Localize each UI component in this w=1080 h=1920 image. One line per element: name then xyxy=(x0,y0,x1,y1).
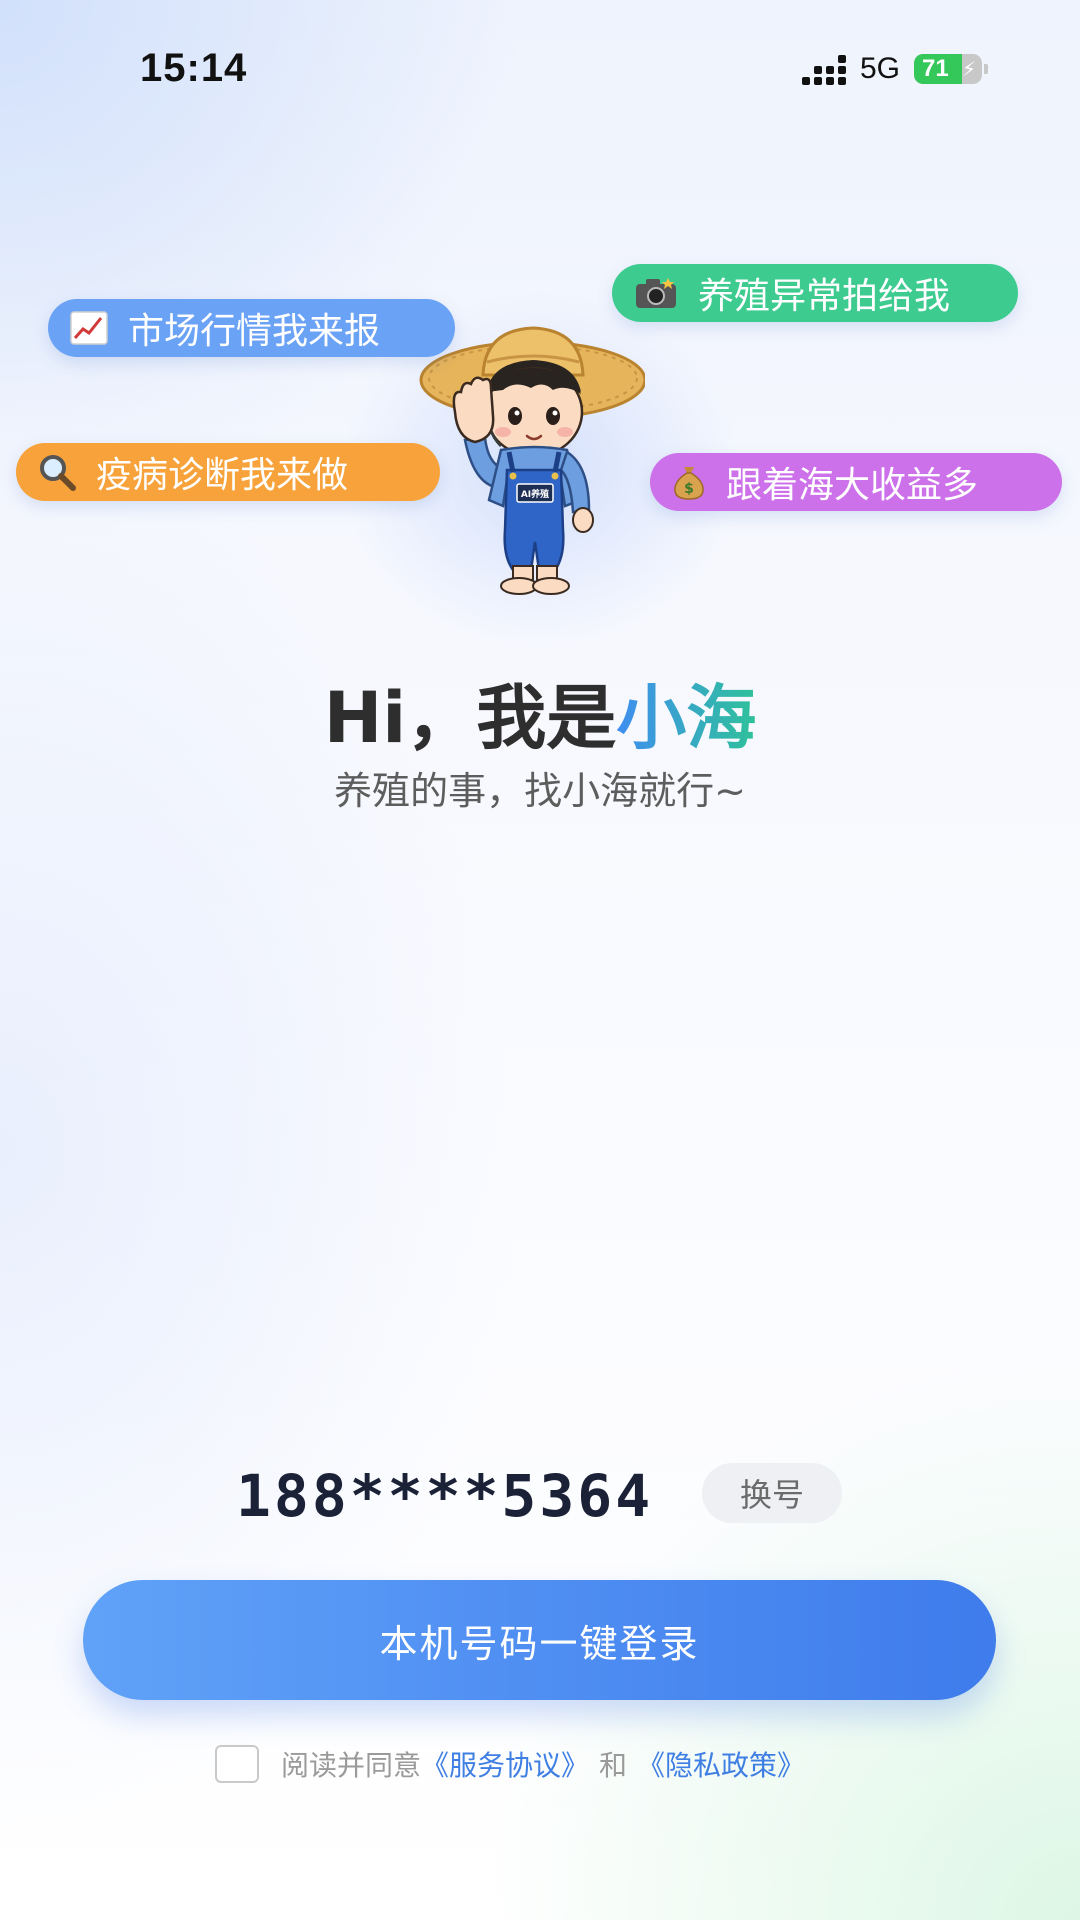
greeting-text: Hi，我是 xyxy=(323,677,617,759)
money-bag-icon: $ xyxy=(672,463,706,501)
mascot-badge-text: AI养殖 xyxy=(521,488,549,500)
chart-up-icon xyxy=(70,311,108,345)
masked-phone-number: 188****5364 xyxy=(236,1462,654,1530)
agreement-checkbox[interactable] xyxy=(215,1745,259,1783)
one-click-login-button[interactable]: 本机号码一键登录 xyxy=(83,1580,996,1700)
bubble-market-quotes: 市场行情我来报 xyxy=(48,299,455,357)
charging-bolt-icon: ⚡ xyxy=(961,57,976,81)
network-type: 5G xyxy=(859,52,900,85)
magnifier-icon xyxy=(38,453,76,491)
agreement-row: 阅读并同意 《服务协议》 和 《隐私政策》 xyxy=(215,1744,805,1784)
svg-text:$: $ xyxy=(684,481,694,497)
battery-icon: 71 ⚡ xyxy=(914,54,988,84)
privacy-policy-link[interactable]: 《隐私政策》 xyxy=(637,1744,805,1784)
agreement-conjunction: 和 xyxy=(599,1749,628,1782)
mascot-farmer-illustration: AI养殖 xyxy=(419,326,645,595)
bubble-label: 跟着海大收益多 xyxy=(726,465,979,506)
cellular-signal-icon xyxy=(801,53,846,85)
assistant-name: 小海 xyxy=(616,677,757,759)
camera-flash-icon xyxy=(634,276,678,310)
bubble-abnormal-photo: 养殖异常拍给我 xyxy=(612,264,1018,322)
service-agreement-link[interactable]: 《服务协议》 xyxy=(421,1744,589,1784)
agreement-prefix: 阅读并同意 xyxy=(281,1749,422,1782)
switch-number-button[interactable]: 换号 xyxy=(702,1463,842,1523)
battery-percent: 71 xyxy=(922,55,949,82)
page-title: Hi，我是小海 xyxy=(0,662,1080,763)
bubble-label: 疫病诊断我来做 xyxy=(96,455,349,496)
bubble-label: 养殖异常拍给我 xyxy=(698,276,951,317)
status-indicators: 5G 71 ⚡ xyxy=(801,52,988,86)
page-subtitle: 养殖的事，找小海就行~ xyxy=(334,769,746,813)
bubble-disease-diagnosis: 疫病诊断我来做 xyxy=(16,443,440,501)
bubble-profit: $ 跟着海大收益多 xyxy=(650,453,1062,511)
status-time: 15:14 xyxy=(140,46,248,90)
bubble-label: 市场行情我来报 xyxy=(128,311,381,352)
